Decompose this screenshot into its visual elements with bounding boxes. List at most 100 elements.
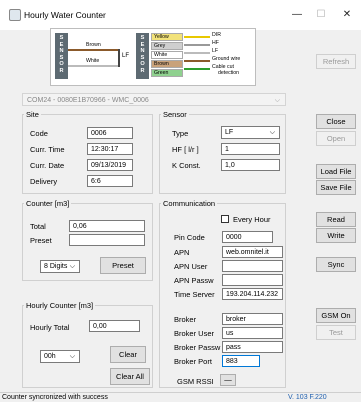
device-selector[interactable]: COM24 - 0080E1B70966 - WMC_0006 ⌵ <box>22 93 286 106</box>
code-label: Code <box>30 129 48 138</box>
chevron-down-icon: ⌵ <box>269 129 275 136</box>
wire-label-white: White <box>86 58 100 64</box>
code-field[interactable]: 0006 <box>87 127 133 139</box>
total-field[interactable]: 0,06 <box>69 220 145 232</box>
device-selector-value: COM24 - 0080E1B70966 - WMC_0006 <box>27 97 149 104</box>
time-server-field[interactable]: 193.204.114.232 <box>222 288 283 300</box>
right-sensor-text: SENSOR <box>140 35 145 74</box>
hourly-total-field[interactable]: 0,00 <box>89 320 140 332</box>
apn-user-field[interactable] <box>222 260 283 272</box>
curr-date-field[interactable]: 09/13/2019 <box>87 159 133 171</box>
clear-button[interactable]: Clear <box>110 346 146 363</box>
maximize-button[interactable]: ☐ <box>310 6 332 24</box>
wire-brown-left <box>68 49 118 51</box>
right-wire-labels: Yellow Grey White Brown Green <box>151 33 183 79</box>
test-button[interactable]: Test <box>316 325 356 340</box>
delivery-label: Delivery <box>30 177 58 186</box>
minimize-button[interactable]: — <box>286 6 308 24</box>
open-button[interactable]: Open <box>316 131 356 146</box>
lf-label: LF <box>122 53 130 59</box>
digits-dropdown-value: 8 Digits <box>44 263 68 270</box>
pin-code-label: Pin Code <box>174 233 205 242</box>
type-label: Type <box>172 129 189 138</box>
terminal-dir: DIR <box>212 32 221 38</box>
close-button[interactable]: Close <box>316 114 356 129</box>
broker-passw-field[interactable]: pass <box>222 341 283 353</box>
preset-label: Preset <box>30 236 52 245</box>
left-sensor-text: SENSOR <box>59 35 64 74</box>
sync-button[interactable]: Sync <box>316 257 356 272</box>
hourly-counter-group-label: Hourly Counter [m3] <box>24 301 96 310</box>
wire-label-white-right: White <box>151 51 183 59</box>
save-file-button[interactable]: Save File <box>316 180 356 195</box>
write-button[interactable]: Write <box>316 228 356 243</box>
broker-port-label: Broker Port <box>174 357 212 366</box>
hour-dropdown[interactable]: 00h ⌵ <box>40 350 80 363</box>
type-dropdown-value: LF <box>225 129 234 136</box>
preset-field[interactable] <box>69 234 145 246</box>
read-button[interactable]: Read <box>316 212 356 227</box>
curr-date-label: Curr. Date <box>30 161 65 170</box>
clear-all-button[interactable]: Clear All <box>110 368 150 385</box>
wire-label-brown-right: Brown <box>151 60 183 68</box>
apn-user-label: APN User <box>174 262 208 271</box>
wire-white-right <box>184 52 210 54</box>
wire-grey <box>184 44 210 46</box>
gsm-rssi-label: GSM RSSI <box>177 377 214 386</box>
wire-label-yellow: Yellow <box>151 33 183 41</box>
broker-label: Broker <box>174 315 197 324</box>
lf-junction <box>118 49 120 67</box>
pin-code-field[interactable]: 0000 <box>222 231 273 243</box>
close-window-button[interactable]: ✕ <box>336 6 358 24</box>
k-const-label: K Const. <box>172 161 201 170</box>
sensor-group-label: Sensor <box>161 110 189 119</box>
chevron-down-icon: ⌵ <box>69 353 75 360</box>
broker-port-field[interactable]: 883 <box>222 355 260 367</box>
chevron-down-icon: ⌵ <box>274 97 280 104</box>
k-const-field[interactable]: 1,0 <box>221 159 280 171</box>
hourly-total-label: Hourly Total <box>30 323 70 332</box>
hour-dropdown-value: 00h <box>44 353 56 360</box>
refresh-button[interactable]: Refresh <box>316 54 356 69</box>
wire-label-grey: Grey <box>151 42 183 50</box>
terminal-detection: detection <box>218 69 240 76</box>
right-sensor-box: SENSOR <box>136 33 149 79</box>
type-dropdown[interactable]: LF ⌵ <box>221 126 280 139</box>
hf-field[interactable]: 1 <box>221 143 280 155</box>
time-server-label: Time Server <box>174 290 215 299</box>
broker-user-field[interactable]: us <box>222 327 283 339</box>
window-title: Hourly Water Counter <box>24 10 106 20</box>
terminal-lf: LF <box>212 47 219 54</box>
chevron-down-icon: ⌵ <box>69 263 75 270</box>
communication-group-label: Communication <box>161 199 218 208</box>
load-file-button[interactable]: Load File <box>316 164 356 179</box>
hf-label: HF [ l/r ] <box>172 145 199 154</box>
every-hour-label: Every Hour <box>233 215 271 224</box>
broker-user-label: Broker User <box>174 329 215 338</box>
left-sensor-box: SENSOR <box>55 33 68 79</box>
wire-brown-right <box>184 60 210 62</box>
wire-label-green: Green <box>151 69 183 77</box>
apn-passw-label: APN Passw <box>174 276 214 285</box>
broker-passw-label: Broker Passw <box>174 343 221 352</box>
gsm-on-button[interactable]: GSM On <box>316 308 356 323</box>
total-label: Total <box>30 222 46 231</box>
site-group-label: Site <box>24 110 41 119</box>
apn-passw-field[interactable] <box>222 274 283 286</box>
terminal-ground: Ground wire <box>212 55 241 62</box>
apn-field[interactable]: web.omnitel.it <box>222 246 283 258</box>
app-icon <box>9 9 21 21</box>
wire-yellow <box>184 36 210 38</box>
delivery-field[interactable]: 6:6 <box>87 175 133 187</box>
terminal-labels: DIR HF LF Ground wire Cable cut detectio… <box>212 32 254 76</box>
wire-green <box>184 68 210 70</box>
gsm-rssi-indicator: — <box>220 374 236 386</box>
terminal-hf: HF <box>212 39 219 46</box>
broker-field[interactable]: broker <box>222 313 283 325</box>
apn-label: APN <box>174 248 190 257</box>
curr-time-label: Curr. Time <box>30 145 65 154</box>
curr-time-field[interactable]: 12:30:17 <box>87 143 133 155</box>
preset-button[interactable]: Preset <box>100 257 146 274</box>
every-hour-checkbox[interactable] <box>221 215 229 223</box>
digits-dropdown[interactable]: 8 Digits ⌵ <box>40 260 80 273</box>
